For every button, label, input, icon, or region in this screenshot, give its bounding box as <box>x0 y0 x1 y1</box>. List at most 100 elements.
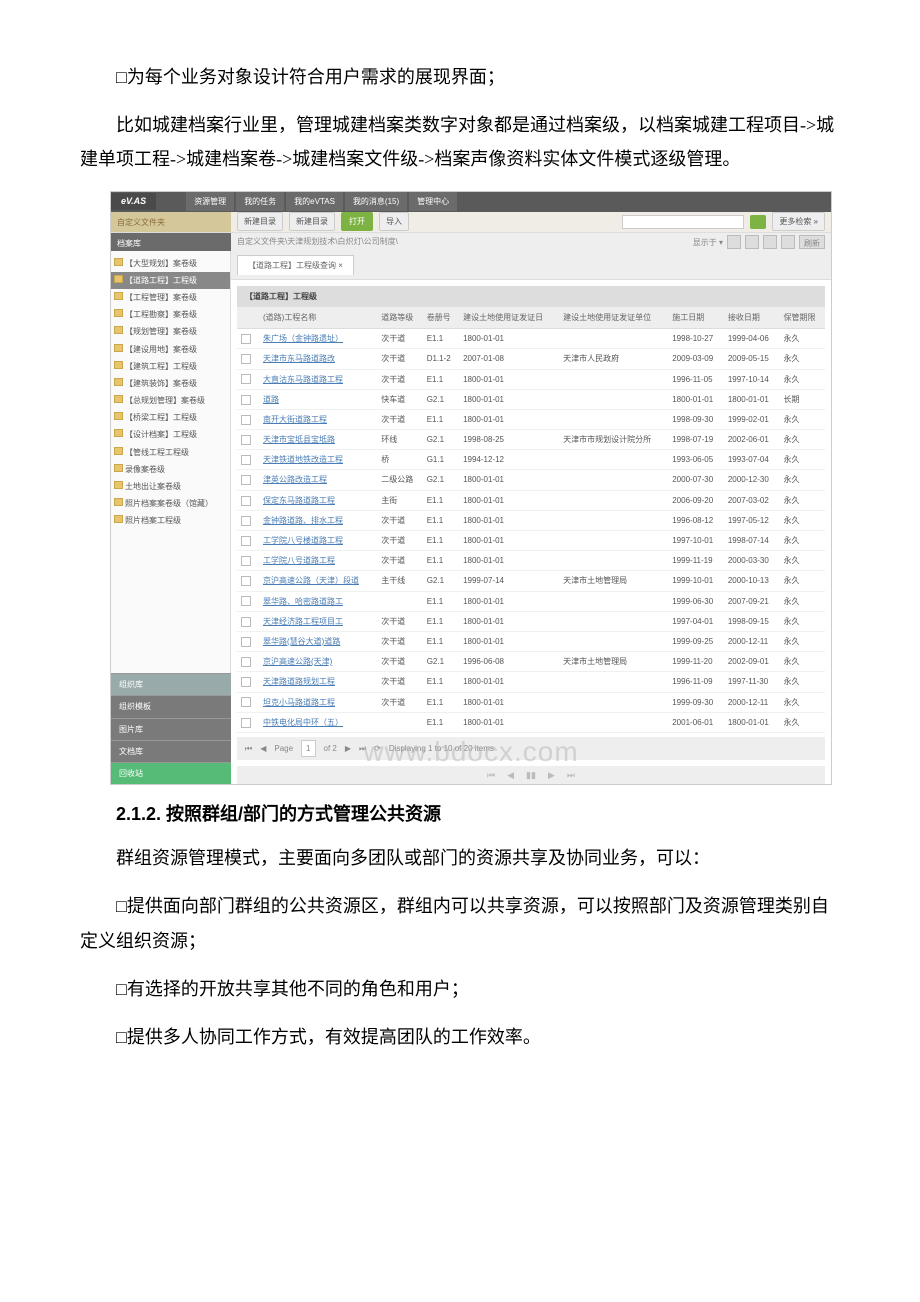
tree-node[interactable]: 照片档案工程级 <box>111 512 230 529</box>
column-header[interactable]: 保管期限 <box>779 307 825 329</box>
toolbar-button[interactable]: 新建目录 <box>237 212 283 231</box>
table-row[interactable]: 翠华路、哈密路道路工E1.11800-01-011999-06-302007-0… <box>237 591 825 611</box>
left-panel-title: 自定义文件夹 <box>111 212 231 232</box>
toolbar-button[interactable]: 打开 <box>341 212 373 231</box>
app-logo: eV.AS <box>111 193 156 210</box>
archive-title: 档案库 <box>111 233 231 251</box>
tree-node[interactable]: 【工程勘察】案卷级 <box>111 306 230 323</box>
breadcrumb: 自定义文件夹\天津规划技术\白炽灯\公司制度\ <box>237 234 398 249</box>
tree-node[interactable]: 【大型规划】案卷级 <box>111 255 230 272</box>
next-icon[interactable]: ▶ <box>548 767 555 784</box>
table-row[interactable]: 京沪高速公路(天津)次干道G2.11996-06-08天津市土地管理局1999-… <box>237 652 825 672</box>
prev-icon[interactable]: ◀ <box>507 767 514 784</box>
menu-item[interactable]: 我的任务 <box>236 192 284 211</box>
table-row[interactable]: 翠华路(慧谷大道)道路次干道E1.11800-01-011999-09-2520… <box>237 631 825 651</box>
table-row[interactable]: 京沪高速公路（天津）段道主干线G2.11999-07-14天津市土地管理局199… <box>237 571 825 591</box>
pager-prev-icon[interactable]: ◀ <box>260 741 266 756</box>
column-header[interactable]: 建设土地使用证发证单位 <box>559 307 668 329</box>
data-table: (道路)工程名称道路等级卷册号建设土地使用证发证日建设土地使用证发证单位施工日期… <box>237 307 825 733</box>
pager-next-icon[interactable]: ▶ <box>345 741 351 756</box>
paragraph: 群组资源管理模式，主要面向多团队或部门的资源共享及协同业务，可以： <box>80 841 840 875</box>
bottom-nav-item[interactable]: 回收站 <box>111 762 231 784</box>
pager-refresh-icon[interactable]: ⟳ <box>374 741 381 756</box>
table-row[interactable]: 南开大街道路工程次干道E1.11800-01-011998-09-301999-… <box>237 409 825 429</box>
column-header[interactable]: 建设土地使用证发证日 <box>459 307 559 329</box>
search-button[interactable] <box>750 215 766 229</box>
pager-first-icon[interactable]: ⏮ <box>245 741 252 756</box>
paragraph: □提供多人协同工作方式，有效提高团队的工作效率。 <box>80 1020 840 1054</box>
more-search-button[interactable]: 更多检索 » <box>772 212 825 231</box>
view-icon[interactable] <box>781 235 795 249</box>
tree-node[interactable]: 【管线工程工程级 <box>111 444 230 461</box>
view-label: 显示于 ▾ <box>693 235 723 247</box>
table-row[interactable]: 大直沽东马路道路工程次干道E1.11800-01-011996-11-05199… <box>237 369 825 389</box>
tab[interactable]: 【道路工程】工程级查询 × <box>237 255 354 275</box>
media-controls: ⏮ ◀ ▮▮ ▶ ⏭ <box>237 766 825 784</box>
table-row[interactable]: 天津市东马路道路改次干道D1.1-22007-01-08天津市人民政府2009-… <box>237 349 825 369</box>
tree-node[interactable]: 【道路工程】工程级 <box>111 272 230 289</box>
table-row[interactable]: 天津路道路规划工程次干道E1.11800-01-011996-11-091997… <box>237 672 825 692</box>
tree-node[interactable]: 【建筑装饰】案卷级 <box>111 375 230 392</box>
tree-node[interactable]: 录像案卷级 <box>111 461 230 478</box>
pager-of: of 2 <box>324 741 337 756</box>
search-input[interactable] <box>622 215 744 229</box>
column-header[interactable]: (道路)工程名称 <box>259 307 377 329</box>
toolbar-button[interactable]: 新建目录 <box>289 212 335 231</box>
table-title: 【道路工程】工程级 <box>237 286 825 307</box>
pager-info: Displaying 1 to 10 of 20 items <box>389 741 494 756</box>
table-row[interactable]: 金钟路道路、排水工程次干道E1.11800-01-011996-08-12199… <box>237 510 825 530</box>
column-header[interactable]: 道路等级 <box>377 307 422 329</box>
view-icon[interactable] <box>745 235 759 249</box>
menu-item[interactable]: 我的eVTAS <box>286 192 343 211</box>
table-row[interactable]: 保定东马路道路工程主街E1.11800-01-012006-09-202007-… <box>237 490 825 510</box>
paragraph: □为每个业务对象设计符合用户需求的展现界面； <box>80 60 840 94</box>
tree-node[interactable]: 【工程管理】案卷级 <box>111 289 230 306</box>
paragraph: □提供面向部门群组的公共资源区，群组内可以共享资源，可以按照部门及资源管理类别自… <box>80 889 840 957</box>
menu-item[interactable]: 资源管理 <box>186 192 234 211</box>
tree-node[interactable]: 照片档案案卷级（馆藏） <box>111 495 230 512</box>
play-icon[interactable]: ▮▮ <box>526 767 536 784</box>
table-row[interactable]: 道路快车道G2.11800-01-011800-01-011800-01-01长… <box>237 389 825 409</box>
table-row[interactable]: 中铁电化局中环（五）E1.11800-01-012001-06-011800-0… <box>237 712 825 732</box>
refresh-button[interactable]: 刷新 <box>799 235 825 249</box>
pager: ⏮ ◀ Page 1 of 2 ▶ ⏭ ⟳ Displaying 1 to 10… <box>237 737 825 760</box>
tree-node[interactable]: 【规划管理】案卷级 <box>111 323 230 340</box>
pager-input[interactable]: 1 <box>301 740 315 757</box>
bottom-nav-item[interactable]: 文档库 <box>111 740 231 762</box>
section-heading: 2.1.2. 按照群组/部门的方式管理公共资源 <box>80 797 840 831</box>
screenshot: eV.AS 资源管理 我的任务 我的eVTAS 我的消息(15) 管理中心 自定… <box>110 191 832 786</box>
bottom-nav: 组织库组织模板图片库文档库回收站 <box>111 673 231 784</box>
paragraph: 比如城建档案行业里，管理城建档案类数字对象都是通过档案级，以档案城建工程项目->… <box>80 108 840 176</box>
bottom-nav-item[interactable]: 图片库 <box>111 718 231 740</box>
table-row[interactable]: 朱广场（金钟路遗址）次干道E1.11800-01-011998-10-27199… <box>237 329 825 349</box>
first-icon[interactable]: ⏮ <box>487 767 495 784</box>
table-row[interactable]: 工学院八号楼道路工程次干道E1.11800-01-011997-10-01199… <box>237 531 825 551</box>
table-row[interactable]: 天津市宝坻县宝坻路环线G2.11998-08-25天津市市规划设计院分所1998… <box>237 430 825 450</box>
bottom-nav-item[interactable]: 组织模板 <box>111 695 231 717</box>
column-header[interactable]: 卷册号 <box>423 307 459 329</box>
table-row[interactable]: 天津经济路工程项目工次干道E1.11800-01-011997-04-01199… <box>237 611 825 631</box>
column-header[interactable]: 接收日期 <box>724 307 780 329</box>
table-row[interactable]: 天津铁道地铁改造工程桥G1.11994-12-121993-06-051993-… <box>237 450 825 470</box>
table-row[interactable]: 工学院八号道路工程次干道E1.11800-01-011999-11-192000… <box>237 551 825 571</box>
top-menu: 资源管理 我的任务 我的eVTAS 我的消息(15) 管理中心 <box>186 192 457 211</box>
toolbar-button[interactable]: 导入 <box>379 212 409 231</box>
tree-node[interactable]: 【总规划管理】案卷级 <box>111 392 230 409</box>
bottom-nav-item[interactable]: 组织库 <box>111 673 231 695</box>
pager-last-icon[interactable]: ⏭ <box>359 741 366 756</box>
table-row[interactable]: 津英公路改造工程二级公路G2.11800-01-012000-07-302000… <box>237 470 825 490</box>
menu-item[interactable]: 我的消息(15) <box>345 192 407 211</box>
last-icon[interactable]: ⏭ <box>567 767 575 784</box>
tree-node[interactable]: 【桥梁工程】工程级 <box>111 409 230 426</box>
pager-label: Page <box>274 741 293 756</box>
table-row[interactable]: 坦克小马路道路工程次干道E1.11800-01-011999-09-302000… <box>237 692 825 712</box>
tree-node[interactable]: 【建设用地】案卷级 <box>111 341 230 358</box>
paragraph: □有选择的开放共享其他不同的角色和用户； <box>80 972 840 1006</box>
view-icon[interactable] <box>763 235 777 249</box>
view-icon[interactable] <box>727 235 741 249</box>
tree-node[interactable]: 【建筑工程】工程级 <box>111 358 230 375</box>
menu-item[interactable]: 管理中心 <box>409 192 457 211</box>
tree-node[interactable]: 土地出让案卷级 <box>111 478 230 495</box>
column-header[interactable]: 施工日期 <box>668 307 724 329</box>
tree-node[interactable]: 【设计档案】工程级 <box>111 426 230 443</box>
